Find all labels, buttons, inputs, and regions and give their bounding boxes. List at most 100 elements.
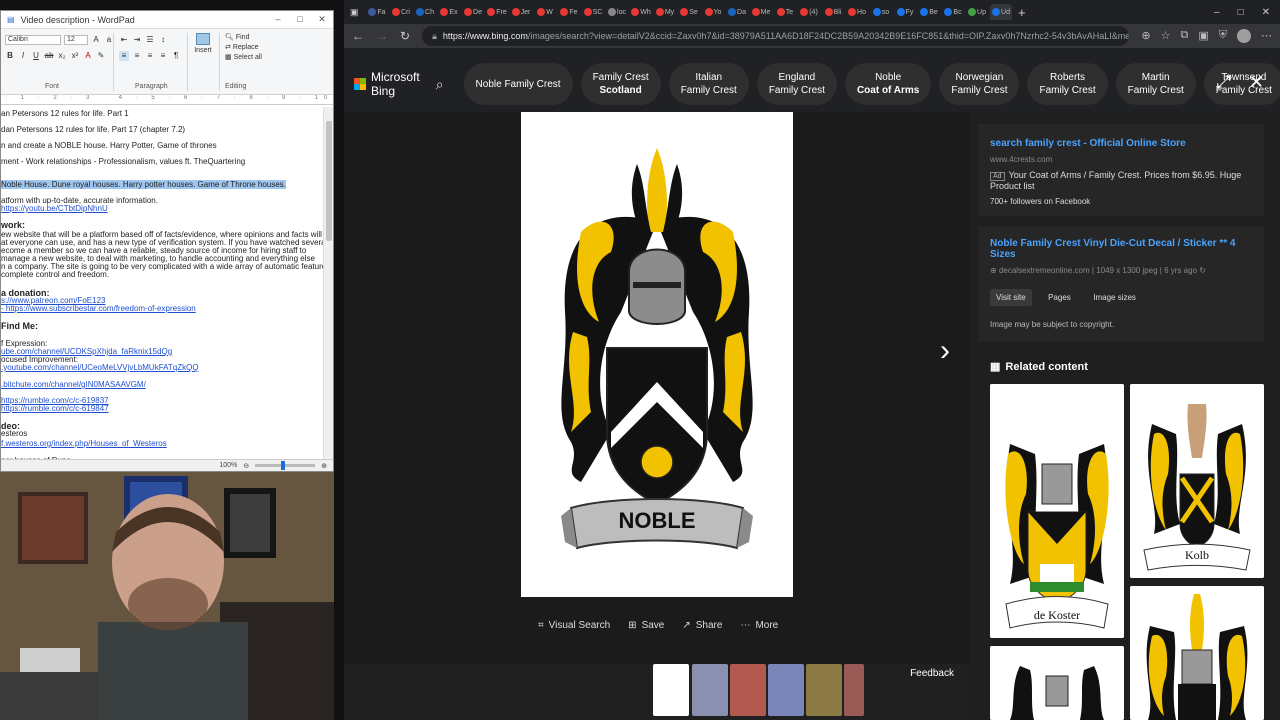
feedback-link[interactable]: Feedback	[910, 668, 954, 679]
align-center-icon[interactable]: ≡	[132, 51, 142, 61]
browser-tab[interactable]: Jer	[510, 4, 532, 20]
favorite-star-icon[interactable]: ☆	[1161, 29, 1171, 43]
new-tab-button[interactable]: +	[1018, 5, 1026, 20]
related-search-pill[interactable]: Martin Family Crest	[1115, 63, 1196, 105]
document-link[interactable]: f.westeros.org/index.php/Houses_of_Weste…	[1, 439, 167, 448]
close-button[interactable]: ✕	[311, 14, 333, 25]
menu-icon[interactable]: ⋯	[1261, 29, 1272, 43]
zoom-slider[interactable]	[255, 461, 316, 470]
document-link[interactable]: .bitchute.com/channel/gIN0MASAAVGM/	[1, 380, 146, 389]
shield-icon[interactable]: ⛨	[1219, 29, 1227, 43]
related-search-pill[interactable]: Noble Family Crest	[463, 63, 573, 105]
related-search-pill[interactable]: Family Crest Scotland	[580, 63, 661, 105]
collections-icon[interactable]: ▣	[1198, 29, 1208, 43]
browser-tab[interactable]: Fe	[558, 4, 580, 20]
browser-tab[interactable]: Te	[774, 4, 796, 20]
pages-button[interactable]: Pages	[1042, 289, 1077, 306]
thumbnail-selected[interactable]	[653, 664, 689, 716]
highlight-icon[interactable]: ✎	[96, 51, 106, 61]
browser-tab[interactable]: Up	[966, 4, 988, 20]
browser-tab[interactable]: Me	[750, 4, 772, 20]
browser-tab[interactable]: SC	[582, 4, 604, 20]
expand-icon[interactable]: ⤢	[1217, 72, 1231, 93]
browser-tab[interactable]: Ch	[414, 4, 436, 20]
related-search-pill[interactable]: Noble Coat of Arms	[844, 63, 932, 105]
browser-tab[interactable]: Fy	[894, 4, 916, 20]
ad-url[interactable]: www.4crests.com	[990, 155, 1252, 164]
decrease-indent-icon[interactable]: ⇤	[119, 35, 129, 45]
related-image[interactable]	[990, 646, 1124, 720]
search-icon[interactable]: ⌕	[436, 76, 444, 93]
replace-button[interactable]: ⇄ Replace	[225, 43, 262, 53]
ruler[interactable]: · 1 · 2 · 3 · 4 · 5 · 6 · 7 · 8 · 9 · 10…	[1, 95, 333, 105]
thumbnail[interactable]	[844, 664, 864, 716]
increase-indent-icon[interactable]: ⇥	[132, 35, 142, 45]
document-link[interactable]: - https://www.subscribestar.com/freedom-…	[1, 304, 196, 313]
ad-title-link[interactable]: search family crest - Official Online St…	[990, 138, 1252, 149]
related-image[interactable]: de Koster	[990, 384, 1124, 638]
result-site[interactable]: decalsextremeonline.com	[999, 266, 1090, 275]
browser-close-button[interactable]: ✕	[1262, 7, 1270, 18]
browser-tab[interactable]: (4)	[798, 4, 820, 20]
zoom-out-icon[interactable]: ⊖	[243, 462, 249, 470]
browser-tab[interactable]: Be	[918, 4, 940, 20]
extension-icon[interactable]: ⧉	[1180, 29, 1188, 43]
browser-tab[interactable]: W	[534, 4, 556, 20]
related-search-pill[interactable]: Norwegian Family Crest	[939, 63, 1020, 105]
browser-tab[interactable]: Ex	[438, 4, 460, 20]
profile-avatar[interactable]	[1237, 29, 1251, 43]
select-all-button[interactable]: ▦ Select all	[225, 53, 262, 63]
share-button[interactable]: ↗ Share	[682, 620, 722, 631]
next-image-arrow[interactable]: ›	[940, 334, 950, 368]
bullets-icon[interactable]: ☰	[145, 35, 155, 45]
browser-tab[interactable]: Fa	[366, 4, 388, 20]
insert-button[interactable]: Insert	[191, 33, 215, 54]
related-search-pill[interactable]: Roberts Family Crest	[1027, 63, 1108, 105]
bold-icon[interactable]: B	[5, 51, 15, 61]
thumbnail[interactable]	[692, 664, 728, 716]
underline-icon[interactable]: U	[31, 51, 41, 61]
subscript-icon[interactable]: x₂	[57, 51, 67, 61]
url-field[interactable]: 🔒︎ https://www.bing.com/images/search?vi…	[422, 26, 1130, 46]
back-icon[interactable]: ←	[352, 29, 364, 43]
justify-icon[interactable]: ≡	[158, 51, 168, 61]
align-right-icon[interactable]: ≡	[145, 51, 155, 61]
close-icon[interactable]: ✕	[1249, 72, 1264, 93]
related-search-pill[interactable]: Italian Family Crest	[668, 63, 749, 105]
font-size-select[interactable]: 12	[64, 35, 88, 45]
bing-logo[interactable]: Microsoft Bing	[354, 70, 420, 98]
grow-font-icon[interactable]: A	[91, 35, 101, 45]
document-link[interactable]: https://youtu.be/CTbtDipNhnU	[1, 204, 108, 213]
browser-tab[interactable]: Bli	[822, 4, 844, 20]
visit-site-button[interactable]: Visit site	[990, 289, 1032, 306]
browser-tab[interactable]: Wh	[630, 4, 652, 20]
browser-tab[interactable]: Da	[726, 4, 748, 20]
thumbnail[interactable]	[806, 664, 842, 716]
document-link[interactable]: https://rumble.com/c/c-619847	[1, 404, 109, 413]
visual-search-button[interactable]: ⌗ Visual Search	[538, 620, 610, 631]
browser-tab[interactable]: so	[870, 4, 892, 20]
reload-icon[interactable]: ↻	[400, 29, 410, 43]
related-image[interactable]: Kolb	[1130, 384, 1264, 578]
browser-tab[interactable]: Bc	[942, 4, 964, 20]
browser-tab[interactable]: Fre	[486, 4, 508, 20]
document-link[interactable]: .youtube.com/channel/UCeoMeLVVjvLbMUkFAT…	[1, 363, 199, 372]
zoom-in-icon[interactable]: ⊕	[321, 462, 327, 470]
font-name-select[interactable]: Calibri	[5, 35, 61, 45]
browser-tab[interactable]: Yo	[702, 4, 724, 20]
superscript-icon[interactable]: x²	[70, 51, 80, 61]
image-sizes-button[interactable]: Image sizes	[1087, 289, 1142, 306]
save-button[interactable]: ⊞ Save	[628, 620, 664, 631]
browser-tab[interactable]: Ud	[990, 4, 1012, 20]
result-title-link[interactable]: Noble Family Crest Vinyl Die-Cut Decal /…	[990, 238, 1252, 260]
minimize-button[interactable]: –	[267, 14, 289, 25]
wordpad-app-icon[interactable]: ▤	[7, 15, 15, 24]
line-spacing-icon[interactable]: ↕	[158, 35, 168, 45]
maximize-button[interactable]: □	[289, 14, 311, 25]
browser-tab[interactable]: My	[654, 4, 676, 20]
browser-minimize-button[interactable]: –	[1214, 7, 1220, 18]
italic-icon[interactable]: I	[18, 51, 28, 61]
strikethrough-icon[interactable]: ab	[44, 51, 54, 61]
tab-actions-icon[interactable]: ▣	[350, 7, 364, 18]
more-button[interactable]: ⋯ More	[740, 620, 778, 631]
